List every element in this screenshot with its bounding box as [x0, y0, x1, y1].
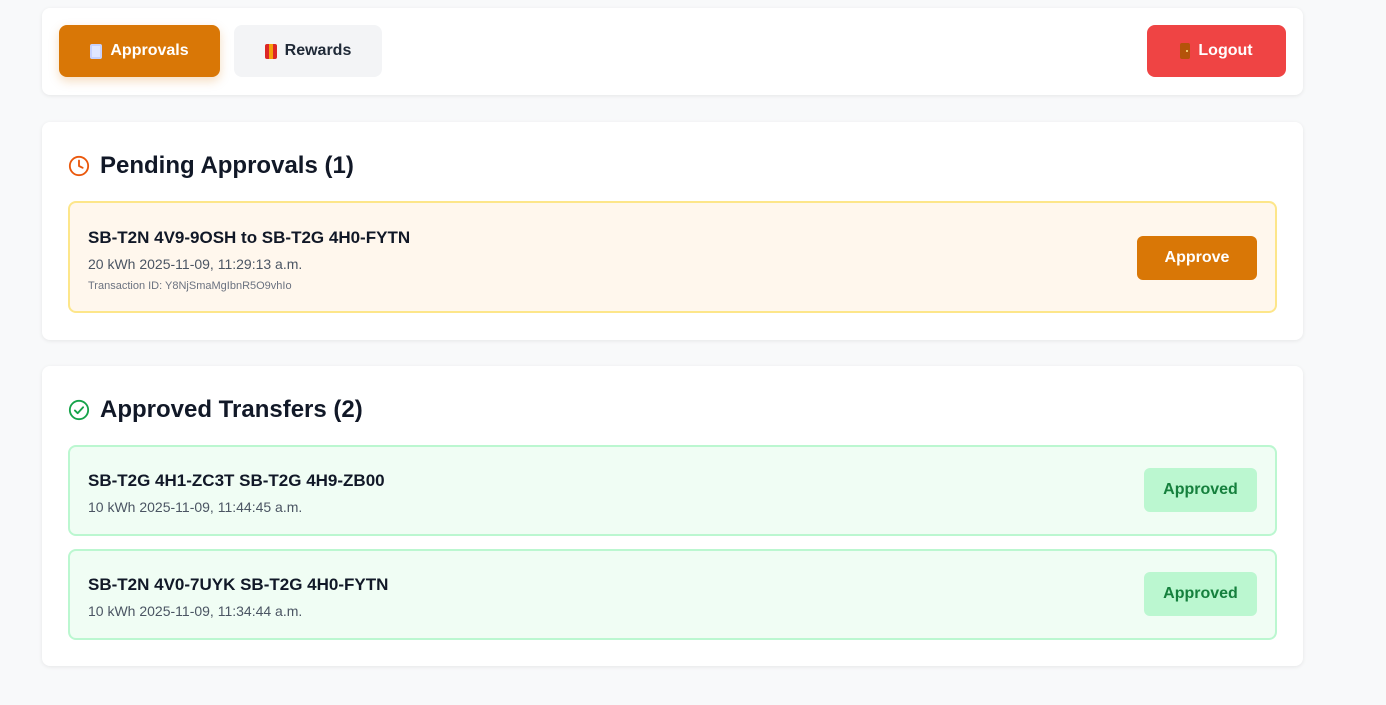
logout-button[interactable]: Logout — [1147, 25, 1286, 77]
gift-icon — [264, 43, 277, 59]
approved-status-badge: Approved — [1144, 468, 1257, 512]
page: Approvals Rewards Logout Pending Approva… — [0, 0, 1386, 705]
pending-section-header: Pending Approvals (1) — [68, 152, 354, 180]
door-icon — [1180, 43, 1191, 59]
approved-transfer-row: SB-T2G 4H1-ZC3T SB-T2G 4H9-ZB00 10 kWh 2… — [68, 445, 1277, 536]
clock-icon — [68, 155, 90, 177]
transfer-title: SB-T2G 4H1-ZC3T SB-T2G 4H9-ZB00 — [88, 471, 385, 490]
approved-transfers-card: Approved Transfers (2) SB-T2G 4H1-ZC3T S… — [42, 366, 1303, 666]
tab-rewards-label: Rewards — [284, 42, 352, 59]
approved-transfer-row: SB-T2N 4V0-7UYK SB-T2G 4H0-FYTN 10 kWh 2… — [68, 549, 1277, 640]
top-navbar: Approvals Rewards Logout — [42, 8, 1303, 95]
tab-rewards[interactable]: Rewards — [234, 25, 382, 77]
approve-button[interactable]: Approve — [1137, 236, 1257, 280]
pending-approvals-card: Pending Approvals (1) SB-T2N 4V9-9OSH to… — [42, 122, 1303, 340]
transfer-detail: 10 kWh 2025-11-09, 11:44:45 a.m. — [88, 499, 303, 515]
transaction-id: Transaction ID: Y8NjSmaMgIbnR5O9vhIo — [88, 280, 292, 292]
approved-section-header: Approved Transfers (2) — [68, 396, 363, 424]
approved-section-title: Approved Transfers (2) — [100, 396, 363, 423]
clipboard-icon — [90, 43, 103, 59]
logout-label: Logout — [1198, 42, 1253, 59]
check-circle-icon — [68, 399, 90, 421]
transfer-title: SB-T2N 4V9-9OSH to SB-T2G 4H0-FYTN — [88, 228, 411, 247]
tab-approvals-label: Approvals — [110, 42, 189, 59]
tab-approvals[interactable]: Approvals — [59, 25, 220, 77]
transfer-title: SB-T2N 4V0-7UYK SB-T2G 4H0-FYTN — [88, 575, 389, 594]
transfer-detail: 10 kWh 2025-11-09, 11:34:44 a.m. — [88, 603, 303, 619]
approved-status-badge: Approved — [1144, 572, 1257, 616]
transfer-detail: 20 kWh 2025-11-09, 11:29:13 a.m. — [88, 256, 303, 272]
pending-transfer-row: SB-T2N 4V9-9OSH to SB-T2G 4H0-FYTN 20 kW… — [68, 201, 1277, 313]
pending-section-title: Pending Approvals (1) — [100, 152, 354, 179]
